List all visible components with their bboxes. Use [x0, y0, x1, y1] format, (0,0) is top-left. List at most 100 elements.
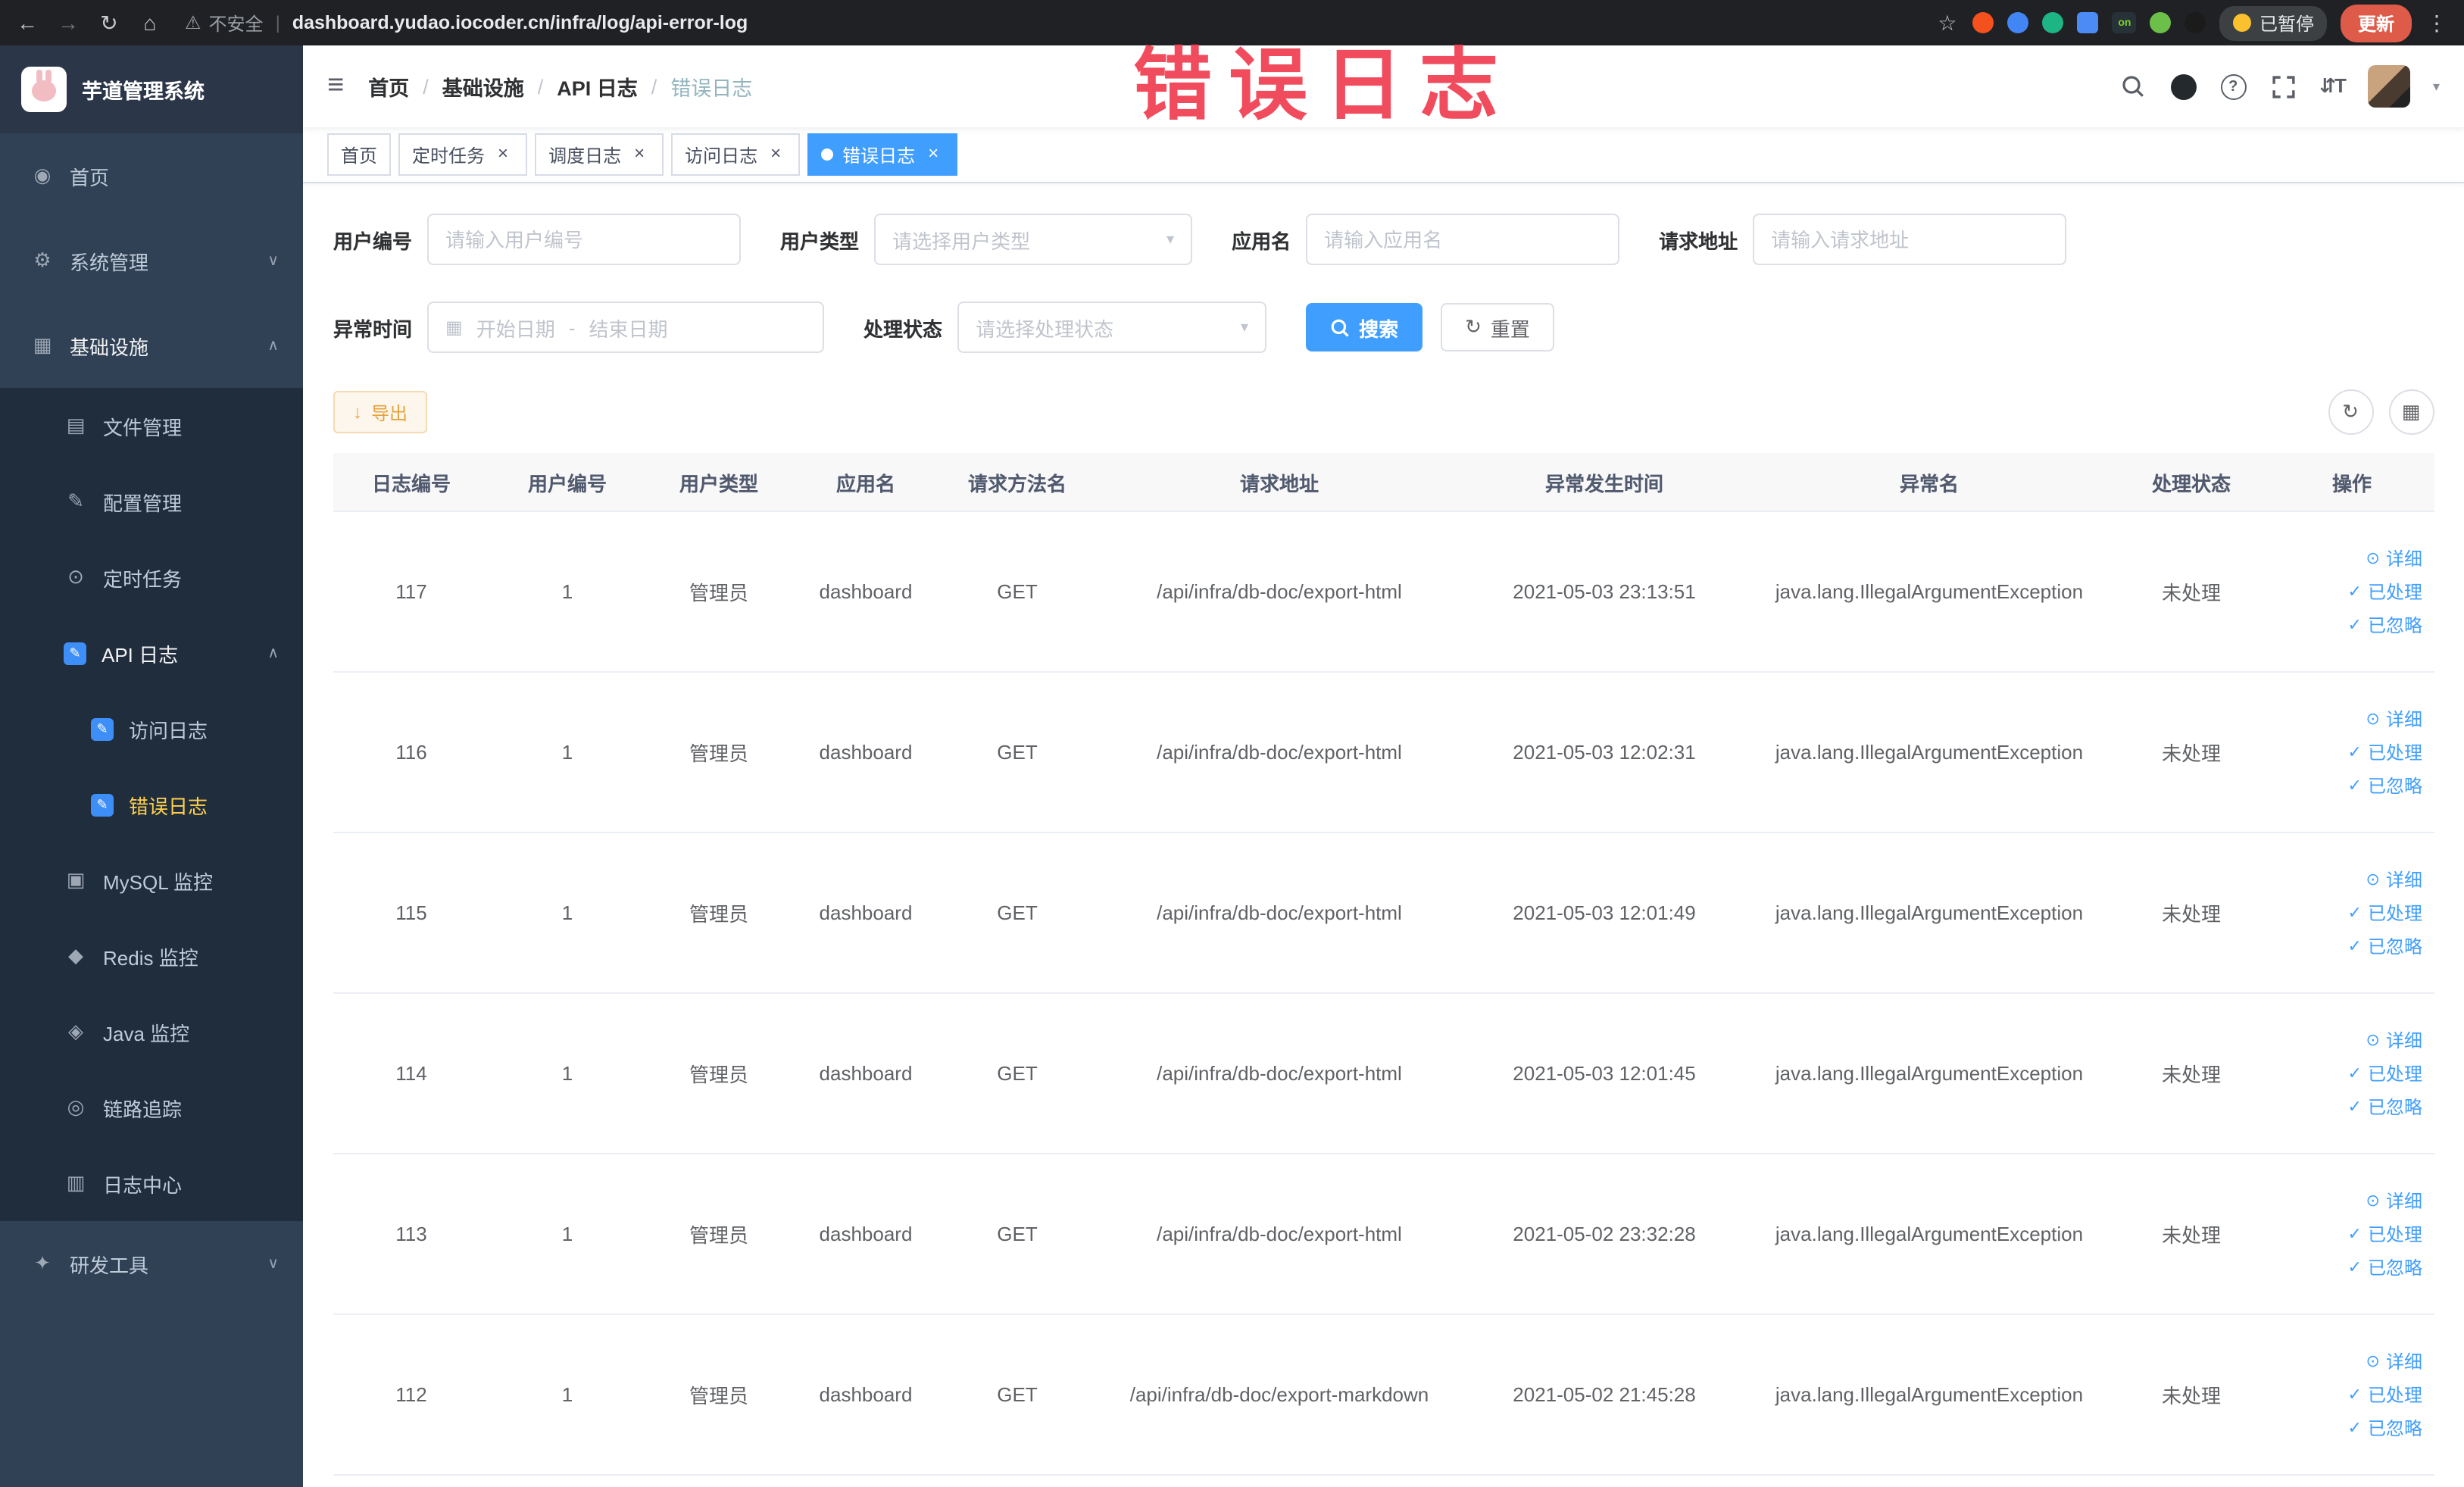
- extension-icon-leaf[interactable]: [2150, 12, 2172, 33]
- close-icon[interactable]: ×: [629, 143, 650, 165]
- process-status-placeholder: 请选择处理状态: [976, 317, 1114, 340]
- export-button[interactable]: ↓ 导出: [333, 391, 428, 433]
- sidebar-item-api-log[interactable]: ✎ API 日志 ∧: [0, 615, 303, 691]
- extension-icon-grid[interactable]: [2077, 12, 2099, 33]
- search-button[interactable]: 搜索: [1306, 303, 1423, 351]
- ignored-link[interactable]: ✓ 已忽略: [2278, 769, 2422, 802]
- close-icon[interactable]: ×: [923, 143, 944, 165]
- sidebar-item-trace[interactable]: ◎ 链路追踪: [0, 1070, 303, 1145]
- user-id-input[interactable]: [427, 214, 742, 265]
- breadcrumb-infrastructure[interactable]: 基础设施: [442, 71, 524, 102]
- sidebar-item-label: Redis 监控: [103, 946, 198, 969]
- breadcrumb: 首页 / 基础设施 / API 日志 / 错误日志: [368, 71, 752, 102]
- ignored-link[interactable]: ✓ 已忽略: [2278, 1411, 2422, 1445]
- processed-link[interactable]: ✓ 已处理: [2278, 736, 2422, 769]
- close-icon[interactable]: ×: [492, 143, 514, 165]
- github-icon[interactable]: [2169, 73, 2197, 100]
- security-chip[interactable]: ⚠ 不安全: [185, 10, 264, 36]
- cell-log-id: 115: [333, 833, 489, 994]
- avatar[interactable]: [2367, 65, 2410, 108]
- refresh-button[interactable]: ↻: [2328, 389, 2373, 435]
- detail-link[interactable]: ⊙ 详细: [2278, 1184, 2422, 1217]
- extension-icon-blue-drop[interactable]: [2007, 12, 2029, 33]
- browser-menu-icon[interactable]: ⋮: [2425, 0, 2449, 45]
- forward-icon[interactable]: →: [56, 0, 80, 45]
- extension-icon-on[interactable]: on: [2112, 12, 2137, 33]
- help-icon[interactable]: ?: [2219, 73, 2247, 100]
- processed-link[interactable]: ✓ 已处理: [2278, 1217, 2422, 1251]
- breadcrumb-api-log[interactable]: API 日志: [557, 71, 638, 102]
- sidebar-logo[interactable]: 芋道管理系统: [0, 45, 303, 133]
- sidebar-item-file-manage[interactable]: ▤ 文件管理: [0, 388, 303, 464]
- header-status: 处理状态: [2113, 453, 2269, 512]
- app-name-input[interactable]: [1306, 214, 1620, 265]
- avatar-caret-icon[interactable]: ▾: [2433, 78, 2440, 95]
- processed-link[interactable]: ✓ 已处理: [2278, 575, 2422, 608]
- ignored-link[interactable]: ✓ 已忽略: [2278, 1090, 2422, 1123]
- table-tools: ↻ ▦: [2328, 389, 2434, 435]
- extension-icon-red[interactable]: [1972, 12, 1994, 33]
- tag-home[interactable]: 首页: [327, 133, 392, 176]
- sidebar-item-system[interactable]: ⚙ 系统管理 ∨: [0, 218, 303, 303]
- user-type-select[interactable]: 请选择用户类型 ▾: [874, 214, 1193, 265]
- sidebar-item-access-log[interactable]: ✎ 访问日志: [0, 691, 303, 767]
- search-icon[interactable]: [2119, 73, 2147, 100]
- breadcrumb-home[interactable]: 首页: [368, 71, 409, 102]
- close-icon[interactable]: ×: [765, 143, 786, 165]
- sidebar-item-java-monitor[interactable]: ◈ Java 监控: [0, 994, 303, 1070]
- tag-error-log[interactable]: 错误日志 ×: [807, 133, 958, 176]
- export-button-label: 导出: [371, 402, 408, 423]
- address-bar[interactable]: ⚠ 不安全 | dashboard.yudao.iocoder.cn/infra…: [179, 10, 1919, 36]
- log-center-icon: ▥: [66, 1171, 86, 1194]
- sidebar-item-mysql-monitor[interactable]: ▣ MySQL 监控: [0, 842, 303, 918]
- hamburger-icon[interactable]: ≡: [327, 70, 344, 103]
- detail-link[interactable]: ⊙ 详细: [2278, 702, 2422, 736]
- update-button[interactable]: 更新: [2341, 4, 2411, 42]
- ignored-link[interactable]: ✓ 已忽略: [2278, 608, 2422, 642]
- detail-link[interactable]: ⊙ 详细: [2278, 1023, 2422, 1057]
- extension-icon-paw[interactable]: [2184, 12, 2206, 33]
- detail-link[interactable]: ⊙ 详细: [2278, 1345, 2422, 1378]
- sidebar-item-config-manage[interactable]: ✎ 配置管理: [0, 464, 303, 539]
- sidebar-item-home[interactable]: ◉ 首页: [0, 133, 303, 218]
- exception-time-range-picker[interactable]: ▦ 开始日期 - 结束日期: [427, 301, 825, 353]
- processed-link[interactable]: ✓ 已处理: [2278, 896, 2422, 929]
- sidebar-item-label: 首页: [70, 166, 110, 189]
- eye-icon: ⊙: [2366, 870, 2380, 889]
- ignored-link[interactable]: ✓ 已忽略: [2278, 1251, 2422, 1284]
- gear-icon: ⚙: [33, 248, 52, 271]
- extension-icon-teal[interactable]: [2042, 12, 2064, 33]
- tag-schedule-log[interactable]: 调度日志 ×: [535, 133, 664, 176]
- cell-user-type: 管理员: [645, 833, 792, 994]
- column-settings-button[interactable]: ▦: [2388, 389, 2434, 435]
- font-size-icon[interactable]: ⇵T: [2319, 74, 2347, 98]
- sidebar-item-infrastructure[interactable]: ▦ 基础设施 ∧: [0, 303, 303, 388]
- sidebar-item-redis-monitor[interactable]: ◆ Redis 监控: [0, 918, 303, 994]
- tag-access-log[interactable]: 访问日志 ×: [671, 133, 801, 176]
- sidebar-item-log-center[interactable]: ▥ 日志中心: [0, 1145, 303, 1221]
- bookmark-star-icon[interactable]: ☆: [1935, 0, 1960, 45]
- back-icon[interactable]: ←: [15, 0, 39, 45]
- sidebar-item-dev-tools[interactable]: ✦ 研发工具 ∨: [0, 1221, 303, 1306]
- sidebar-item-scheduled-jobs[interactable]: ⊙ 定时任务: [0, 539, 303, 615]
- screen: ← → ↻ ⌂ ⚠ 不安全 | dashboard.yudao.iocoder.…: [0, 0, 2464, 1487]
- reset-button[interactable]: ↻ 重置: [1441, 303, 1554, 351]
- ignored-link[interactable]: ✓ 已忽略: [2278, 929, 2422, 963]
- fullscreen-icon[interactable]: [2269, 73, 2297, 100]
- cell-request-url: /api/infra/db-doc/export-html: [1095, 672, 1463, 833]
- request-url-input[interactable]: [1753, 214, 2067, 265]
- browser-home-icon[interactable]: ⌂: [138, 0, 162, 45]
- detail-link[interactable]: ⊙ 详细: [2278, 863, 2422, 896]
- eye-icon: ⊙: [2366, 549, 2380, 567]
- process-status-select[interactable]: 请选择处理状态 ▾: [957, 301, 1267, 353]
- reload-icon[interactable]: ↻: [97, 0, 121, 45]
- processed-link[interactable]: ✓ 已处理: [2278, 1057, 2422, 1090]
- processed-link[interactable]: ✓ 已处理: [2278, 1378, 2422, 1411]
- paused-badge[interactable]: 已暂停: [2219, 5, 2328, 40]
- detail-link[interactable]: ⊙ 详细: [2278, 542, 2422, 575]
- address-divider: |: [275, 12, 280, 33]
- tag-label: 访问日志: [685, 145, 758, 166]
- tag-scheduled-jobs[interactable]: 定时任务 ×: [398, 133, 528, 176]
- sidebar-item-error-log[interactable]: ✎ 错误日志: [0, 767, 303, 842]
- cell-user-id: 1: [489, 833, 645, 994]
